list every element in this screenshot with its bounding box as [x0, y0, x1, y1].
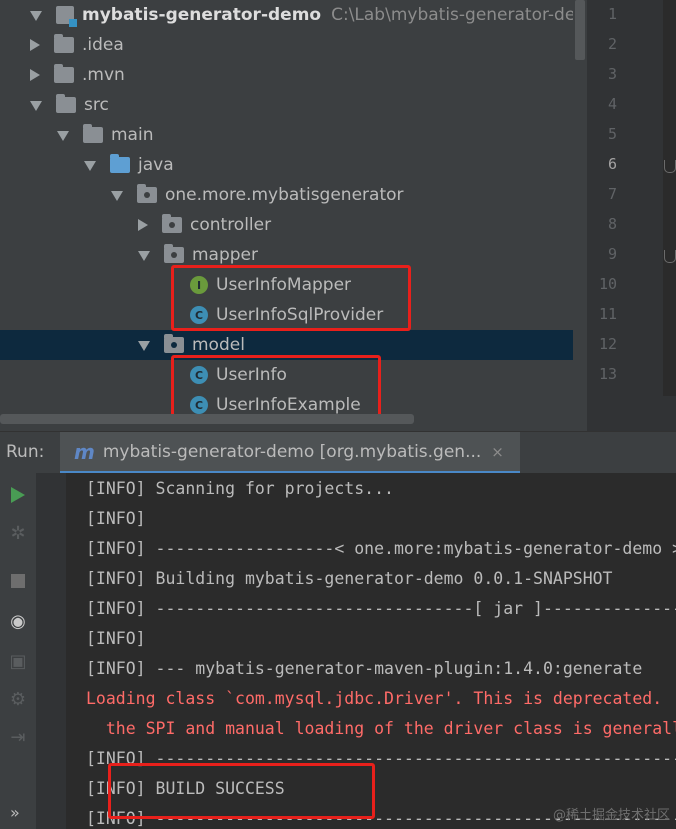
collapse-arrow-icon[interactable] — [30, 69, 40, 81]
console-line: Loading class `com.mysql.jdbc.Driver'. T… — [86, 689, 663, 708]
line-number: 9 — [607, 245, 617, 263]
tree-item-label: .mvn — [82, 65, 125, 85]
folder-icon — [83, 124, 103, 143]
highlight-box-model-files — [171, 355, 381, 421]
camera-icon: ▣ — [9, 650, 27, 672]
tree-item-label: main — [111, 125, 154, 145]
highlight-box-build-success — [108, 763, 375, 819]
console-line: [INFO] ------------------< one.more:myba… — [86, 539, 676, 558]
exit-icon: ⇥ — [10, 726, 26, 748]
tree-item-label: java — [138, 155, 174, 175]
tree-item-label: controller — [190, 215, 272, 235]
module-icon — [56, 6, 77, 27]
stop-button[interactable] — [6, 569, 30, 593]
collapse-arrow-icon[interactable] — [30, 39, 40, 51]
tree-item-label: .idea — [82, 35, 124, 55]
fold-marker-icon[interactable] — [664, 250, 676, 263]
rerun-button[interactable] — [6, 483, 30, 507]
console-line: [INFO] --------------------------------[… — [86, 599, 676, 618]
run-tool-header: Run: m mybatis-generator-demo [org.mybat… — [0, 431, 676, 474]
tree-item-label: one.more.mybatisgenerator — [165, 185, 404, 205]
run-tab[interactable]: m mybatis-generator-demo [org.mybatis.ge… — [60, 432, 520, 474]
folder-icon — [56, 94, 76, 113]
line-number: 11 — [598, 305, 617, 323]
expand-arrow-icon[interactable] — [84, 161, 96, 171]
console-line: [INFO] --- mybatis-generator-maven-plugi… — [86, 659, 643, 678]
folder-icon — [54, 64, 74, 83]
line-number: 10 — [598, 275, 617, 293]
tree-root-path: C:\Lab\mybatis-generator-demo — [331, 5, 587, 25]
tree-item-label: mapper — [192, 245, 259, 265]
console-line: [INFO] — [86, 509, 146, 528]
folder-icon — [54, 34, 74, 53]
console-gutter — [36, 473, 66, 829]
run-tab-title: mybatis-generator-demo [org.mybatis.gen.… — [102, 441, 482, 462]
watermark: @稀土掘金技术社区 — [552, 808, 670, 823]
stop-icon — [11, 574, 25, 588]
line-number: 2 — [607, 35, 617, 53]
source-folder-icon — [110, 154, 130, 173]
tree-item-idea[interactable]: .idea — [0, 30, 587, 60]
fold-marker-icon[interactable] — [664, 160, 676, 173]
package-icon — [164, 334, 184, 353]
line-number: 4 — [607, 95, 617, 113]
line-number: 6 — [607, 155, 617, 173]
play-icon — [11, 487, 25, 503]
run-label: Run: — [6, 442, 45, 462]
tree-item-package[interactable]: one.more.mybatisgenerator — [0, 180, 587, 210]
tree-item-controller[interactable]: controller — [0, 210, 587, 240]
tree-item-mvn[interactable]: .mvn — [0, 60, 587, 90]
package-icon — [137, 184, 157, 203]
line-number: 7 — [607, 185, 617, 203]
collapse-arrow-icon[interactable] — [138, 219, 148, 231]
tree-item-label: model — [192, 335, 245, 355]
line-number: 13 — [598, 365, 617, 383]
debug-icon: ✲ — [10, 522, 26, 544]
tree-vertical-scrollbar[interactable] — [573, 0, 587, 431]
tree-root-label: mybatis-generator-demo — [82, 5, 322, 25]
expand-arrow-icon[interactable] — [138, 251, 150, 261]
console-line: [INFO] Scanning for projects... — [86, 479, 394, 498]
maven-icon: m — [74, 439, 95, 464]
settings-button[interactable]: ⚙ — [6, 687, 30, 711]
tree-root-row[interactable]: mybatis-generator-demo C:\Lab\mybatis-ge… — [0, 0, 587, 30]
close-icon[interactable]: × — [491, 443, 504, 461]
console-line: [INFO] Building mybatis-generator-demo 0… — [86, 569, 613, 588]
console-line: the SPI and manual loading of the driver… — [105, 719, 676, 738]
line-number: 5 — [607, 125, 617, 143]
highlight-box-mapper-files — [171, 265, 411, 331]
gear-icon: ⚙ — [9, 688, 27, 710]
eye-icon: ◉ — [10, 610, 26, 632]
exit-button[interactable]: ⇥ — [6, 725, 30, 749]
screenshot-button[interactable]: ▣ — [6, 649, 30, 673]
line-number: 12 — [598, 335, 617, 353]
more-actions-chevron-icon[interactable]: » — [10, 803, 20, 822]
expand-arrow-icon[interactable] — [30, 101, 42, 111]
package-icon — [162, 214, 182, 233]
tree-item-src[interactable]: src — [0, 90, 587, 120]
expand-arrow-icon[interactable] — [30, 11, 42, 21]
tree-item-java[interactable]: java — [0, 150, 587, 180]
debug-button[interactable]: ✲ — [6, 521, 30, 545]
tree-item-label: src — [84, 95, 109, 115]
tree-scroll-thumb[interactable] — [575, 0, 585, 60]
package-icon — [164, 244, 184, 263]
line-number: 8 — [607, 215, 617, 233]
line-number: 3 — [607, 65, 617, 83]
expand-arrow-icon[interactable] — [138, 341, 150, 351]
expand-arrow-icon[interactable] — [57, 131, 69, 141]
editor-area[interactable] — [663, 0, 676, 396]
line-number: 1 — [607, 5, 617, 23]
tree-item-main[interactable]: main — [0, 120, 587, 150]
tree-horizontal-scrollbar[interactable] — [0, 414, 414, 424]
project-tree-panel: mybatis-generator-demo C:\Lab\mybatis-ge… — [0, 0, 587, 431]
show-options-button[interactable]: ◉ — [6, 609, 30, 633]
expand-arrow-icon[interactable] — [111, 191, 123, 201]
console-line: [INFO] — [86, 629, 146, 648]
run-toolbar: ✲ ◉ ▣ ⚙ ⇥ — [0, 473, 36, 829]
